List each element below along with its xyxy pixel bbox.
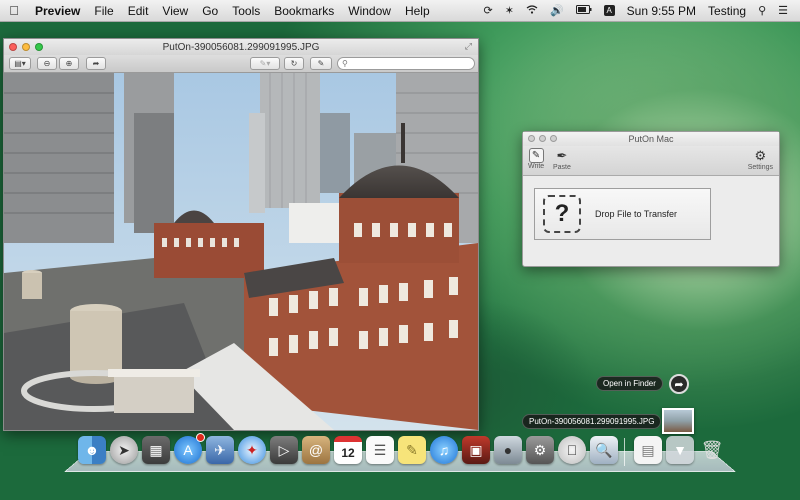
puton-window-controls	[528, 135, 557, 142]
puton-minimize-button[interactable]	[539, 135, 546, 142]
menu-clock[interactable]: Sun 9:55 PM	[621, 4, 702, 18]
menu-bookmarks[interactable]: Bookmarks	[267, 4, 341, 18]
preview-window-controls	[9, 43, 43, 51]
volume-icon[interactable]: 🔊	[544, 4, 570, 17]
time-machine-icon[interactable]: ⟳	[478, 4, 499, 17]
contacts-icon[interactable]: @	[302, 436, 330, 464]
share-button[interactable]: ➦	[86, 57, 106, 70]
settings-button[interactable]: ⚙ Settings	[748, 148, 773, 171]
preview-titlebar[interactable]: PutOn-390056081.299091995.JPG ⤢	[4, 39, 478, 55]
menu-file[interactable]: File	[87, 4, 120, 18]
zoom-button[interactable]	[35, 43, 43, 51]
gear-icon: ⚙	[752, 148, 768, 164]
notes-icon[interactable]: ✎	[398, 436, 426, 464]
menu-app-name[interactable]: Preview	[28, 4, 87, 18]
pencil-icon: ✎	[529, 148, 544, 163]
puton-mac-icon[interactable]: 	[558, 436, 586, 464]
puton-window: PutOn Mac ✎ Write ✒ Paste ⚙ Settings ? D…	[522, 131, 780, 267]
dock-separator	[624, 438, 625, 466]
zoom-out-button[interactable]: ⊖	[37, 57, 57, 70]
iphoto-icon[interactable]: ●	[494, 436, 522, 464]
menu-window[interactable]: Window	[341, 4, 398, 18]
reminders-icon[interactable]: ☰	[366, 436, 394, 464]
rotate-button[interactable]: ↻	[284, 57, 304, 70]
app-store-icon[interactable]: A	[174, 436, 202, 464]
launchpad-icon[interactable]: ➤	[110, 436, 138, 464]
puton-toolbar: ✎ Write ✒ Paste ⚙ Settings	[523, 146, 779, 176]
settings-label: Settings	[748, 164, 773, 171]
preview-window: PutOn-390056081.299091995.JPG ⤢ ▤▾ ⊖ ⊕ ➦…	[3, 38, 479, 431]
fullscreen-icon[interactable]: ⤢	[465, 41, 472, 52]
system-preferences-icon[interactable]: ⚙	[526, 436, 554, 464]
puton-close-button[interactable]	[528, 135, 535, 142]
file-name-label[interactable]: PutOn-390056081.299091995.JPG	[522, 414, 661, 429]
paste-label: Paste	[553, 164, 571, 171]
apple-menu-icon[interactable]: 	[0, 3, 28, 18]
finder-icon[interactable]: ☻	[78, 436, 106, 464]
battery-icon[interactable]	[570, 5, 598, 17]
photo-booth-icon[interactable]: ▣	[462, 436, 490, 464]
input-source-badge[interactable]: A	[604, 5, 615, 16]
trash-icon[interactable]: 🗑	[698, 436, 726, 464]
search-icon: ⚲	[342, 59, 348, 68]
search-field[interactable]: ⚲	[337, 57, 475, 70]
close-button[interactable]	[9, 43, 17, 51]
image-canvas[interactable]	[4, 73, 478, 430]
write-label: Write	[528, 163, 544, 170]
sidebar-view-button[interactable]: ▤▾	[9, 57, 31, 70]
itunes-icon[interactable]: ♫	[430, 436, 458, 464]
file-thumbnail[interactable]	[662, 408, 694, 434]
minimize-button[interactable]	[22, 43, 30, 51]
drop-zone[interactable]: ? Drop File to Transfer	[534, 188, 711, 240]
menu-tools[interactable]: Tools	[225, 4, 267, 18]
puton-zoom-button[interactable]	[550, 135, 557, 142]
document-stack-icon[interactable]: ▤	[634, 436, 662, 464]
edit-toolbar-button[interactable]: ✎	[310, 57, 332, 70]
open-in-finder-button[interactable]: Open in Finder	[596, 376, 663, 391]
question-icon: ?	[543, 195, 581, 233]
menu-bar:  Preview File Edit View Go Tools Bookma…	[0, 0, 800, 22]
facetime-icon[interactable]: ▷	[270, 436, 298, 464]
calendar-icon[interactable]: 12	[334, 436, 362, 464]
menu-edit[interactable]: Edit	[121, 4, 156, 18]
menu-help[interactable]: Help	[398, 4, 437, 18]
downloads-stack-icon[interactable]: ▼	[666, 436, 694, 464]
paste-button[interactable]: ✒ Paste	[553, 148, 571, 171]
menu-go[interactable]: Go	[195, 4, 225, 18]
preview-toolbar: ▤▾ ⊖ ⊕ ➦ ✎▾ ↻ ✎ ⚲	[4, 55, 478, 73]
share-icon[interactable]: ➦	[669, 374, 689, 394]
safari-icon[interactable]: ✦	[238, 436, 266, 464]
zoom-in-button[interactable]: ⊕	[59, 57, 79, 70]
menu-view[interactable]: View	[155, 4, 195, 18]
puton-titlebar[interactable]: PutOn Mac	[523, 132, 779, 146]
spotlight-icon[interactable]: ⚲	[752, 4, 772, 17]
write-button[interactable]: ✎ Write	[528, 148, 544, 170]
wifi-icon[interactable]	[520, 5, 544, 17]
preview-app-icon[interactable]: 🔍	[590, 436, 618, 464]
paste-icon: ✒	[554, 148, 570, 164]
puton-window-title: PutOn Mac	[628, 134, 673, 144]
menu-extras: ⟳ ✶ 🔊 A Sun 9:55 PM Testing ⚲ ☰	[478, 4, 800, 18]
drop-label: Drop File to Transfer	[595, 209, 677, 219]
bluetooth-icon[interactable]: ✶	[499, 4, 520, 17]
mail-icon[interactable]: ✈	[206, 436, 234, 464]
notification-center-icon[interactable]: ☰	[772, 4, 794, 17]
photo-tokyo-station	[4, 73, 478, 430]
preview-window-title: PutOn-390056081.299091995.JPG	[163, 42, 320, 53]
menu-user[interactable]: Testing	[702, 4, 752, 18]
mission-control-icon[interactable]: ▦	[142, 436, 170, 464]
annotate-button[interactable]: ✎▾	[250, 57, 280, 70]
app-store-badge	[196, 433, 205, 442]
